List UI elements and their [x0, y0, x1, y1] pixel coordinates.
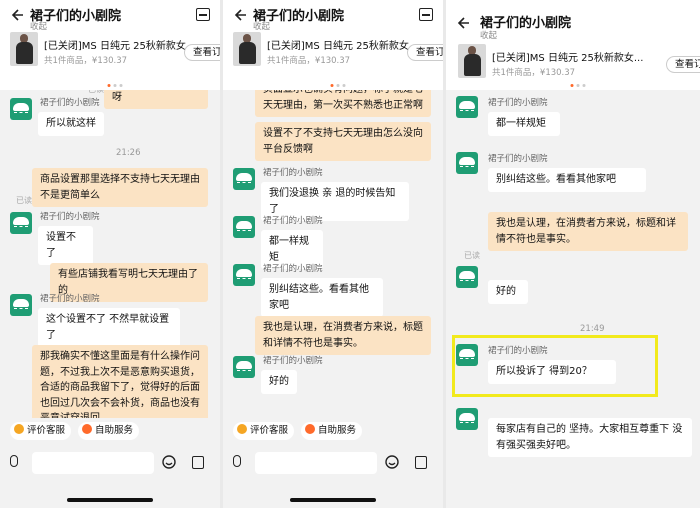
- rate-service-button[interactable]: 评价客服: [233, 422, 295, 440]
- product-meta: 共1件商品，¥130.37: [267, 56, 351, 66]
- view-order-button[interactable]: 查看订单: [184, 44, 220, 61]
- product-card[interactable]: [已关闭]MS 日纯元 25秋新款女... 共1件商品，¥130.37 查看订单: [10, 32, 220, 87]
- input-bar: [8, 452, 212, 474]
- sender-name: 裙子们的小剧院: [40, 212, 100, 222]
- self-service-button[interactable]: 自助服务: [78, 422, 140, 440]
- shop-avatar: [456, 266, 478, 288]
- their-message: 都一样规矩: [488, 112, 560, 136]
- product-meta: 共1件商品，¥130.37: [492, 68, 576, 78]
- rate-icon: [14, 424, 24, 434]
- product-title: [已关闭]MS 日纯元 25秋新款女...: [44, 41, 196, 52]
- sender-name: 裙子们的小剧院: [263, 168, 323, 178]
- product-title: [已关闭]MS 日纯元 25秋新款女...: [267, 41, 419, 52]
- message-list: 页面显示也确实有问题，标了就是七天无理由，第一次买不熟悉也正常啊 设置不了不支持…: [223, 78, 443, 418]
- carousel-dots: [570, 84, 586, 87]
- highlight-box: [452, 335, 658, 397]
- message-list: 那时候已经发出了呀 已读 裙子们的小剧院 所以就这样 21:26 商品设置那里选…: [0, 70, 220, 431]
- shop-avatar: [233, 216, 255, 238]
- rate-service-button[interactable]: 评价客服: [10, 422, 72, 440]
- sender-name: 裙子们的小剧院: [263, 356, 323, 366]
- smile-icon[interactable]: [162, 455, 176, 469]
- read-status: 已读: [464, 251, 480, 260]
- mic-icon[interactable]: [10, 455, 18, 467]
- their-message: 好的: [261, 370, 297, 394]
- my-message: 我也是认理，在消费者方来说，标题和详情不符也是事实。: [488, 212, 688, 251]
- product-meta: 共1件商品，¥130.37: [44, 56, 128, 66]
- chat-header: 裙子们的小剧院 收起 [已关闭]MS 日纯元 25秋新款女... 共1件商品，¥…: [446, 0, 700, 90]
- shop-avatar: [10, 98, 32, 120]
- product-title: [已关闭]MS 日纯元 25秋新款女...: [492, 53, 644, 64]
- shop-avatar: [233, 356, 255, 378]
- sender-name: 裙子们的小剧院: [488, 154, 548, 164]
- shop-avatar: [10, 212, 32, 234]
- product-thumbnail: [458, 44, 486, 78]
- mic-icon[interactable]: [233, 455, 241, 467]
- self-service-button[interactable]: 自助服务: [301, 422, 363, 440]
- self-service-icon: [305, 424, 315, 434]
- shop-avatar: [456, 96, 478, 118]
- view-order-button[interactable]: 查看订单: [666, 56, 700, 73]
- collapse-link[interactable]: 收起: [480, 29, 497, 41]
- collapse-link[interactable]: 收起: [253, 20, 270, 32]
- back-arrow-icon[interactable]: [10, 8, 24, 22]
- their-message: 所以就这样: [38, 112, 104, 136]
- back-arrow-icon[interactable]: [233, 8, 247, 22]
- sender-name: 裙子们的小剧院: [488, 98, 548, 108]
- shop-avatar: [233, 168, 255, 190]
- store-icon[interactable]: [419, 8, 433, 21]
- carousel-dots: [107, 84, 123, 87]
- shop-avatar: [10, 294, 32, 316]
- rate-icon: [237, 424, 247, 434]
- chat-panel-3: 裙子们的小剧院 收起 [已关闭]MS 日纯元 25秋新款女... 共1件商品，¥…: [446, 0, 700, 508]
- bag-icon[interactable]: [192, 456, 204, 469]
- product-card[interactable]: [已关闭]MS 日纯元 25秋新款女... 共1件商品，¥130.37 查看订单: [233, 32, 443, 87]
- home-indicator: [290, 498, 376, 502]
- my-message: 商品设置那里选择不支持七天无理由不是更简单么: [32, 168, 208, 207]
- read-status: 已读: [16, 196, 32, 205]
- shop-avatar: [456, 152, 478, 174]
- home-indicator: [67, 498, 153, 502]
- my-message: 设置不了不支持七天无理由怎么没向平台反馈啊: [255, 122, 431, 161]
- chat-footer: 评价客服 自助服务: [0, 418, 220, 508]
- shop-avatar: [456, 408, 478, 430]
- product-card[interactable]: [已关闭]MS 日纯元 25秋新款女... 共1件商品，¥130.37 查看订单: [458, 44, 700, 96]
- input-bar: [231, 452, 435, 474]
- product-thumbnail: [233, 32, 261, 66]
- carousel-dots: [330, 84, 346, 87]
- their-message: 好的: [488, 280, 528, 304]
- collapse-link[interactable]: 收起: [30, 20, 47, 32]
- sender-name: 裙子们的小剧院: [263, 264, 323, 274]
- their-message: 别纠结这些。看看其他家吧: [488, 168, 646, 192]
- their-message: 这个设置不了 不然早就设置了: [38, 308, 180, 347]
- their-message: 别纠结这些。看看其他家吧: [261, 278, 383, 317]
- product-thumbnail: [10, 32, 38, 66]
- message-list: 裙子们的小剧院 都一样规矩 裙子们的小剧院 别纠结这些。看看其他家吧 我也是认理…: [446, 90, 700, 508]
- chat-header: 裙子们的小剧院 收起 [已关闭]MS 日纯元 25秋新款女... 共1件商品，¥…: [223, 0, 443, 90]
- screenshot-collage: 裙子们的小剧院 收起 [已关闭]MS 日纯元 25秋新款女... 共1件商品，¥…: [0, 0, 700, 508]
- shop-avatar: [233, 264, 255, 286]
- view-order-button[interactable]: 查看订单: [407, 44, 443, 61]
- back-arrow-icon[interactable]: [456, 16, 470, 30]
- my-message: 我也是认理，在消费者方来说，标题和详情不符也是事实。: [255, 316, 431, 355]
- chat-panel-2: 裙子们的小剧院 收起 [已关闭]MS 日纯元 25秋新款女... 共1件商品，¥…: [223, 0, 443, 508]
- timestamp: 21:26: [116, 148, 141, 158]
- sender-name: 裙子们的小剧院: [40, 98, 100, 108]
- message-input[interactable]: [255, 452, 377, 474]
- their-message: 设置不了: [38, 226, 93, 265]
- self-service-icon: [82, 424, 92, 434]
- store-icon[interactable]: [196, 8, 210, 21]
- chat-footer: 评价客服 自助服务: [223, 418, 443, 508]
- smile-icon[interactable]: [385, 455, 399, 469]
- their-message: 每家店有自己的 坚持。大家相互尊重下 没有强买强卖好吧。: [488, 418, 692, 457]
- timestamp: 21:49: [580, 324, 605, 334]
- bag-icon[interactable]: [415, 456, 427, 469]
- chat-panel-1: 裙子们的小剧院 收起 [已关闭]MS 日纯元 25秋新款女... 共1件商品，¥…: [0, 0, 220, 508]
- sender-name: 裙子们的小剧院: [263, 216, 323, 226]
- sender-name: 裙子们的小剧院: [40, 294, 100, 304]
- message-input[interactable]: [32, 452, 154, 474]
- chat-header: 裙子们的小剧院 收起 [已关闭]MS 日纯元 25秋新款女... 共1件商品，¥…: [0, 0, 220, 90]
